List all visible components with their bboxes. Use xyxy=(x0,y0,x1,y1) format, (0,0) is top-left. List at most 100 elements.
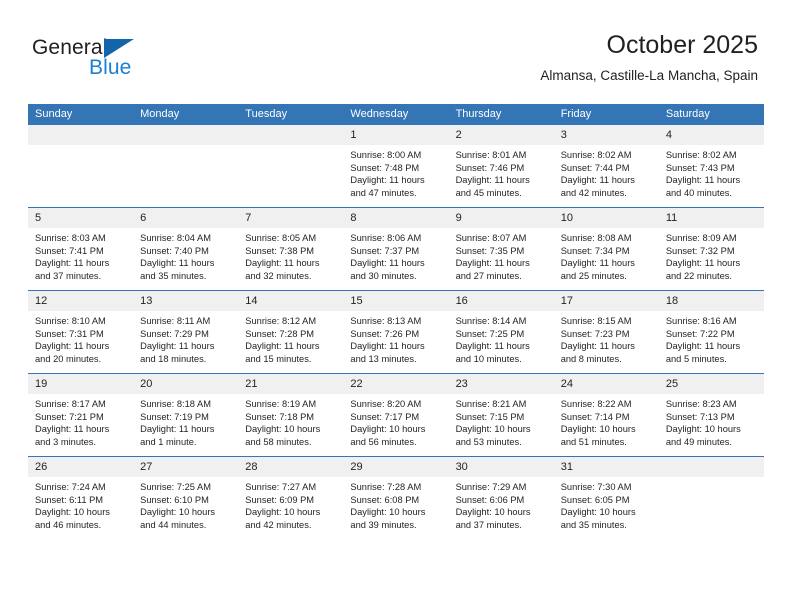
calendar-day-cell[interactable]: 3 Sunrise: 8:02 AM Sunset: 7:44 PM Daylight… xyxy=(553,125,659,208)
day-daylight-1-text: Daylight: 11 hours xyxy=(455,341,530,352)
day-details: Sunrise: 8:09 AM Sunset: 7:32 PM Daylight:… xyxy=(659,228,764,282)
day-number: 24 xyxy=(553,374,659,394)
calendar-day-cell[interactable]: 7 Sunrise: 8:05 AM Sunset: 7:38 PM Daylight… xyxy=(238,207,344,291)
page-title: October 2025 xyxy=(606,31,759,59)
day-sunrise-text: Sunrise: 8:13 AM xyxy=(350,316,422,326)
calendar-day-cell[interactable]: 31 Sunrise: 7:30 AM Sunset: 6:05 PM Dayligh… xyxy=(553,456,659,539)
day-details: Sunrise: 7:28 AM Sunset: 6:08 PM Daylight:… xyxy=(343,477,448,531)
calendar-day-cell[interactable]: 28 Sunrise: 7:27 AM Sunset: 6:09 PM Dayligh… xyxy=(238,456,344,539)
day-sunset-text: Sunset: 7:13 PM xyxy=(665,411,735,422)
weekday-header-saturday: Saturday xyxy=(658,104,764,125)
day-details: Sunrise: 8:21 AM Sunset: 7:15 PM Daylight:… xyxy=(449,394,554,448)
calendar-week-row: 5 Sunrise: 8:03 AM Sunset: 7:41 PM Daylight… xyxy=(28,207,764,291)
day-sunrise-text: Sunrise: 8:07 AM xyxy=(455,233,527,243)
calendar-day-cell[interactable]: 12 Sunrise: 8:10 AM Sunset: 7:31 PM Dayligh… xyxy=(28,290,134,374)
day-daylight-2-text: and 37 minutes. xyxy=(455,519,522,530)
calendar-day-cell[interactable]: 30 Sunrise: 7:29 AM Sunset: 6:06 PM Dayligh… xyxy=(448,456,554,539)
day-daylight-2-text: and 58 minutes. xyxy=(245,436,312,447)
day-details: Sunrise: 8:17 AM Sunset: 7:21 PM Daylight:… xyxy=(28,394,133,448)
weekday-header-row: Sunday Monday Tuesday Wednesday Thursday… xyxy=(28,104,764,125)
day-sunrise-text: Sunrise: 8:16 AM xyxy=(665,316,737,326)
day-sunrise-text: Sunrise: 8:12 AM xyxy=(245,316,317,326)
day-number: 19 xyxy=(28,374,134,394)
calendar-day-cell[interactable]: 2 Sunrise: 8:01 AM Sunset: 7:46 PM Daylight… xyxy=(448,125,554,208)
calendar-day-cell[interactable]: 21 Sunrise: 8:19 AM Sunset: 7:18 PM Dayligh… xyxy=(238,373,344,457)
calendar-day-cell[interactable]: 5 Sunrise: 8:03 AM Sunset: 7:41 PM Daylight… xyxy=(28,207,134,291)
calendar-day-cell[interactable]: 22 Sunrise: 8:20 AM Sunset: 7:17 PM Dayligh… xyxy=(343,373,449,457)
day-daylight-1-text: Daylight: 11 hours xyxy=(455,175,530,186)
calendar-day-cell[interactable]: 25 Sunrise: 8:23 AM Sunset: 7:13 PM Dayligh… xyxy=(658,373,764,457)
day-daylight-1-text: Daylight: 10 hours xyxy=(140,507,216,518)
calendar-day-cell[interactable]: 9 Sunrise: 8:07 AM Sunset: 7:35 PM Daylight… xyxy=(448,207,554,291)
day-daylight-1-text: Daylight: 11 hours xyxy=(665,175,741,186)
day-details: Sunrise: 8:10 AM Sunset: 7:31 PM Daylight:… xyxy=(28,311,133,365)
brand-logo[interactable]: General Blue xyxy=(32,36,212,84)
day-sunset-text: Sunset: 7:29 PM xyxy=(140,328,209,339)
day-details: Sunrise: 7:24 AM Sunset: 6:11 PM Daylight:… xyxy=(28,477,133,531)
day-daylight-2-text: and 25 minutes. xyxy=(560,270,627,281)
day-daylight-2-text: and 1 minute. xyxy=(140,436,197,447)
day-sunset-text: Sunset: 7:31 PM xyxy=(35,328,104,339)
calendar-day-cell[interactable]: 15 Sunrise: 8:13 AM Sunset: 7:26 PM Dayligh… xyxy=(343,290,449,374)
calendar-day-cell[interactable]: 26 Sunrise: 7:24 AM Sunset: 6:11 PM Dayligh… xyxy=(28,456,134,539)
calendar-day-cell[interactable]: 29 Sunrise: 7:28 AM Sunset: 6:08 PM Dayligh… xyxy=(343,456,449,539)
calendar-day-cell[interactable]: 18 Sunrise: 8:16 AM Sunset: 7:22 PM Dayligh… xyxy=(658,290,764,374)
calendar-day-cell[interactable]: 4 Sunrise: 8:02 AM Sunset: 7:43 PM Daylight… xyxy=(658,125,764,208)
day-daylight-1-text: Daylight: 10 hours xyxy=(455,424,531,435)
calendar-day-cell[interactable]: 16 Sunrise: 8:14 AM Sunset: 7:25 PM Dayligh… xyxy=(448,290,554,374)
calendar-day-cell[interactable]: 27 Sunrise: 7:25 AM Sunset: 6:10 PM Dayligh… xyxy=(133,456,239,539)
day-details: Sunrise: 8:22 AM Sunset: 7:14 PM Daylight:… xyxy=(554,394,659,448)
day-sunset-text: Sunset: 7:35 PM xyxy=(455,245,525,256)
calendar-day-cell[interactable]: 20 Sunrise: 8:18 AM Sunset: 7:19 PM Dayligh… xyxy=(133,373,239,457)
day-daylight-2-text: and 13 minutes. xyxy=(350,353,417,364)
day-sunset-text: Sunset: 7:25 PM xyxy=(455,328,525,339)
calendar-week-row: 1 Sunrise: 8:00 AM Sunset: 7:48 PM Daylight… xyxy=(28,125,764,208)
day-number: 2 xyxy=(448,125,554,145)
day-number: 31 xyxy=(553,457,659,477)
calendar-day-cell[interactable]: 13 Sunrise: 8:11 AM Sunset: 7:29 PM Dayligh… xyxy=(133,290,239,374)
day-sunset-text: Sunset: 7:46 PM xyxy=(455,162,525,173)
calendar-day-cell[interactable]: 23 Sunrise: 8:21 AM Sunset: 7:15 PM Dayligh… xyxy=(448,373,554,457)
day-daylight-1-text: Daylight: 11 hours xyxy=(245,258,320,269)
calendar-day-cell[interactable]: 17 Sunrise: 8:15 AM Sunset: 7:23 PM Dayligh… xyxy=(553,290,659,374)
day-daylight-1-text: Daylight: 11 hours xyxy=(350,175,425,186)
calendar-day-cell[interactable]: 11 Sunrise: 8:09 AM Sunset: 7:32 PM Dayligh… xyxy=(658,207,764,291)
day-sunset-text: Sunset: 7:38 PM xyxy=(245,245,315,256)
day-daylight-2-text: and 35 minutes. xyxy=(140,270,207,281)
day-sunrise-text: Sunrise: 8:02 AM xyxy=(665,150,737,160)
calendar-day-cell[interactable]: 1 Sunrise: 8:00 AM Sunset: 7:48 PM Daylight… xyxy=(343,125,449,208)
day-sunset-text: Sunset: 7:26 PM xyxy=(350,328,420,339)
calendar-day-cell[interactable]: 19 Sunrise: 8:17 AM Sunset: 7:21 PM Dayligh… xyxy=(28,373,134,457)
day-number: 30 xyxy=(448,457,554,477)
day-number: 9 xyxy=(448,208,554,228)
day-daylight-1-text: Daylight: 11 hours xyxy=(140,258,215,269)
calendar-day-cell[interactable]: 24 Sunrise: 8:22 AM Sunset: 7:14 PM Dayligh… xyxy=(553,373,659,457)
day-number: 13 xyxy=(133,291,239,311)
day-sunrise-text: Sunrise: 8:21 AM xyxy=(455,399,527,409)
day-daylight-2-text: and 37 minutes. xyxy=(35,270,102,281)
calendar-day-cell[interactable]: 8 Sunrise: 8:06 AM Sunset: 7:37 PM Daylight… xyxy=(343,207,449,291)
day-daylight-1-text: Daylight: 10 hours xyxy=(665,424,741,435)
day-daylight-2-text: and 32 minutes. xyxy=(245,270,312,281)
day-details: Sunrise: 8:02 AM Sunset: 7:43 PM Daylight:… xyxy=(659,145,764,199)
day-details: Sunrise: 8:01 AM Sunset: 7:46 PM Daylight:… xyxy=(449,145,554,199)
day-sunset-text: Sunset: 7:19 PM xyxy=(140,411,209,422)
day-details: Sunrise: 8:06 AM Sunset: 7:37 PM Daylight:… xyxy=(343,228,448,282)
day-sunrise-text: Sunrise: 8:02 AM xyxy=(560,150,632,160)
calendar-day-cell[interactable]: 6 Sunrise: 8:04 AM Sunset: 7:40 PM Daylight… xyxy=(133,207,239,291)
day-sunrise-text: Sunrise: 8:09 AM xyxy=(665,233,737,243)
day-daylight-2-text: and 51 minutes. xyxy=(560,436,627,447)
calendar-day-cell[interactable]: 14 Sunrise: 8:12 AM Sunset: 7:28 PM Dayligh… xyxy=(238,290,344,374)
calendar-day-cell[interactable]: 10 Sunrise: 8:08 AM Sunset: 7:34 PM Dayligh… xyxy=(553,207,659,291)
day-details: Sunrise: 8:20 AM Sunset: 7:17 PM Daylight:… xyxy=(343,394,448,448)
day-details: Sunrise: 8:07 AM Sunset: 7:35 PM Daylight:… xyxy=(449,228,554,282)
calendar-cell-empty xyxy=(133,125,239,208)
day-daylight-1-text: Daylight: 10 hours xyxy=(350,424,426,435)
day-number xyxy=(238,125,344,145)
day-daylight-1-text: Daylight: 11 hours xyxy=(35,341,110,352)
day-number xyxy=(28,125,134,145)
calendar-cell-empty xyxy=(238,125,344,208)
day-daylight-2-text: and 44 minutes. xyxy=(140,519,207,530)
day-sunrise-text: Sunrise: 7:25 AM xyxy=(140,482,211,492)
day-daylight-2-text: and 42 minutes. xyxy=(245,519,312,530)
